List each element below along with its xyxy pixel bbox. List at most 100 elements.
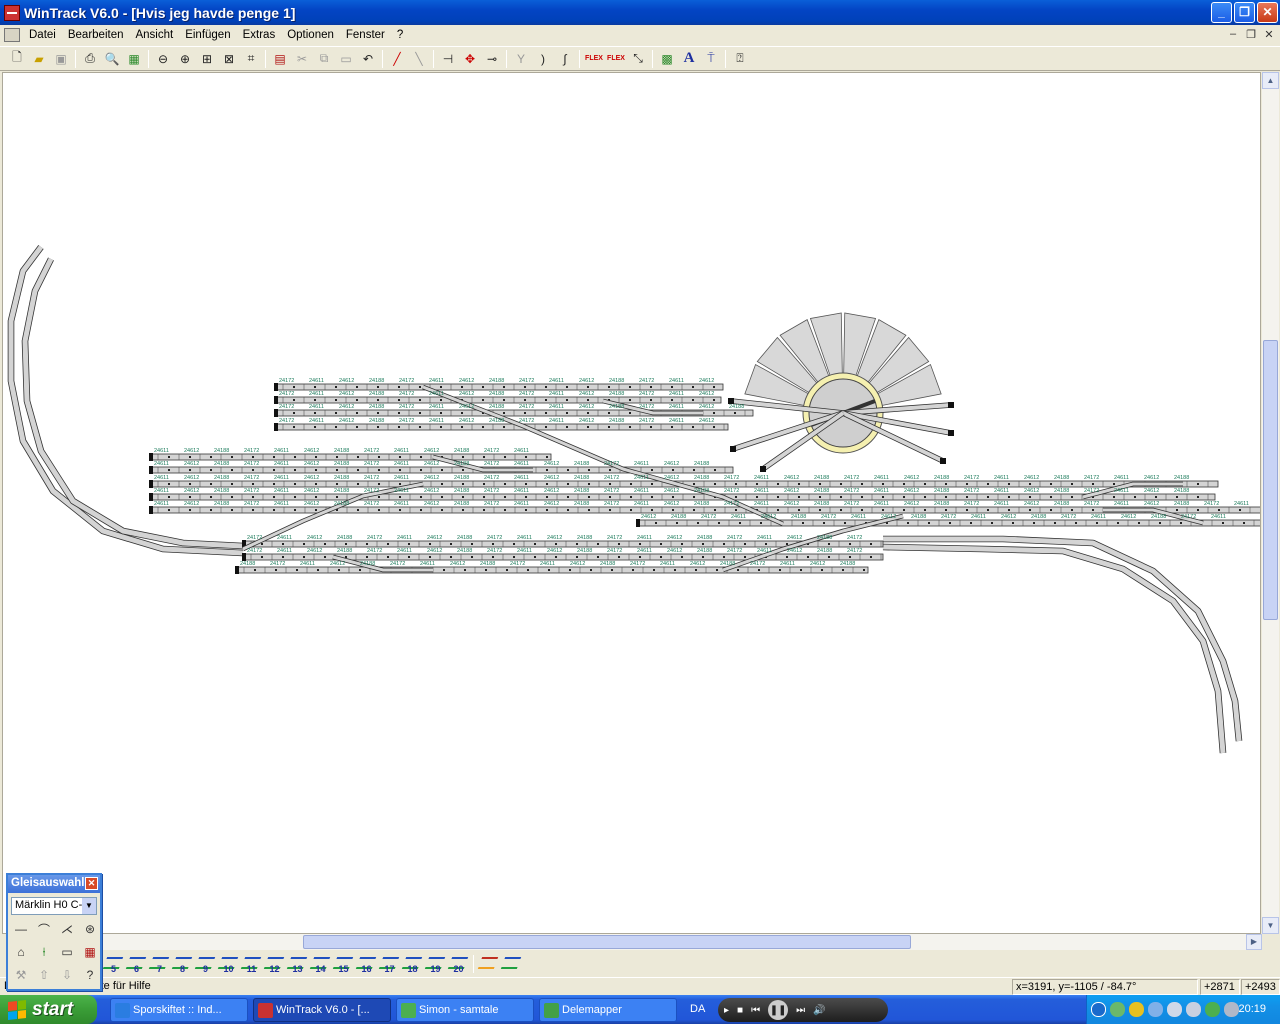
next-icon[interactable]: ⏭	[796, 1005, 805, 1016]
restore-button[interactable]: ❐	[1234, 2, 1255, 23]
menu-bearbeiten[interactable]: Bearbeiten	[62, 29, 130, 41]
vertical-scrollbar[interactable]: ▲ ▼	[1262, 72, 1279, 934]
horizontal-scrollbar[interactable]: ▶	[100, 934, 1262, 950]
flex-track-icon[interactable]: FLEX	[583, 48, 605, 70]
landscape-icon[interactable]: ▩	[656, 48, 678, 70]
task-chat[interactable]: Simon - samtale	[396, 998, 534, 1022]
minimize-button[interactable]: _	[1211, 2, 1232, 23]
previous-icon[interactable]: ⏮	[751, 1005, 760, 1016]
turntable-icon[interactable]: ⊛	[79, 918, 101, 940]
layer-15-button[interactable]: 15	[332, 954, 355, 974]
all-layers-button[interactable]	[477, 954, 500, 974]
layer-9-button[interactable]: 9	[194, 954, 217, 974]
curved-track-icon[interactable]: ⌒	[33, 918, 55, 940]
mdi-minimize-button[interactable]: –	[1226, 28, 1240, 41]
track-row-2[interactable]	[274, 396, 722, 404]
palette-help-icon[interactable]: ?	[79, 964, 101, 986]
print-preview-icon[interactable]: 🔍	[101, 48, 123, 70]
layer-16-button[interactable]: 16	[355, 954, 378, 974]
undo-icon[interactable]: ↶	[357, 48, 379, 70]
layer-20-button[interactable]: 20	[447, 954, 470, 974]
track-row-1[interactable]	[274, 383, 724, 391]
switch-track-icon[interactable]: ⋌	[56, 918, 78, 940]
stop-icon[interactable]: ■	[737, 1005, 743, 1016]
print-icon[interactable]: ⎙	[79, 48, 101, 70]
antivirus-icon[interactable]	[1167, 1002, 1182, 1017]
track-row-4[interactable]	[274, 423, 729, 431]
task-wintrack[interactable]: WinTrack V6.0 - [...	[253, 998, 391, 1022]
track-connect-icon[interactable]: ╱	[386, 48, 408, 70]
right-outer-curve[interactable]	[882, 543, 1227, 754]
left-inner-curve[interactable]	[21, 257, 244, 550]
messenger-tray-icon[interactable]	[1205, 1002, 1220, 1017]
update-icon[interactable]	[1186, 1002, 1201, 1017]
open-folder-icon[interactable]: ▰	[28, 48, 50, 70]
layer-13-button[interactable]: 13	[286, 954, 309, 974]
piece-list-icon[interactable]: ▤	[269, 48, 291, 70]
building-icon[interactable]: ⌂	[10, 941, 32, 963]
track-disconnect-icon[interactable]: ╲	[408, 48, 430, 70]
document-icon[interactable]	[4, 28, 20, 42]
palette-close-button[interactable]: ✕	[85, 877, 98, 890]
track-split-icon[interactable]: ⊣	[437, 48, 459, 70]
signal-post-icon[interactable]: ⍿	[33, 941, 55, 963]
close-button[interactable]: ✕	[1257, 2, 1278, 23]
track-move-icon[interactable]: ✥	[459, 48, 481, 70]
layer-10-button[interactable]: 10	[217, 954, 240, 974]
copy-icon[interactable]: ⧉	[313, 48, 335, 70]
save-icon[interactable]: ▣	[50, 48, 72, 70]
context-help-icon[interactable]: ⍰	[729, 48, 751, 70]
task-browser[interactable]: Sporskiftet :: Ind...	[110, 998, 248, 1022]
cut-icon[interactable]: ✂	[291, 48, 313, 70]
menu-einfuegen[interactable]: Einfügen	[179, 29, 236, 41]
layer-17-button[interactable]: 17	[378, 954, 401, 974]
scroll-up-arrow[interactable]: ▲	[1262, 72, 1279, 89]
wintrack-app-icon[interactable]	[4, 4, 20, 21]
volume-icon[interactable]: 🔊	[813, 1005, 825, 1016]
signal-icon[interactable]: ⍑	[700, 48, 722, 70]
new-file-icon[interactable]: 🗋	[6, 48, 28, 70]
right-inner-curve[interactable]	[883, 535, 1243, 742]
mdi-close-button[interactable]: ✕	[1262, 28, 1276, 41]
track-cut-icon[interactable]: ⊸	[481, 48, 503, 70]
language-indicator[interactable]: DA	[690, 1003, 705, 1015]
layer-12-button[interactable]: 12	[263, 954, 286, 974]
layout-canvas[interactable]: 24172 24611 24612 24188 24172 24611 24612 24188…	[2, 72, 1261, 934]
wireless-icon[interactable]	[1148, 1002, 1163, 1017]
layer-14-button[interactable]: 14	[309, 954, 332, 974]
layer-18-button[interactable]: 18	[401, 954, 424, 974]
platform-icon[interactable]: ▭	[56, 941, 78, 963]
layer-settings-button[interactable]	[500, 954, 523, 974]
vertical-scroll-thumb[interactable]	[1263, 340, 1278, 620]
menu-ansicht[interactable]: Ansicht	[129, 29, 179, 41]
palette-title-bar[interactable]: Gleisauswahl ✕	[8, 875, 100, 893]
menu-optionen[interactable]: Optionen	[281, 29, 340, 41]
title-bar[interactable]: WinTrack V6.0 - [Hvis jeg havde penge 1]…	[0, 0, 1280, 25]
menu-fenster[interactable]: Fenster	[340, 29, 391, 41]
paste-icon[interactable]: ▭	[335, 48, 357, 70]
mdi-restore-button[interactable]: ❐	[1244, 28, 1258, 41]
track-system-select[interactable]: Märklin H0 C- ▼	[11, 897, 97, 915]
switch-icon[interactable]: Y	[510, 48, 532, 70]
layer-6-button[interactable]: 6	[125, 954, 148, 974]
track-row-13[interactable]	[235, 566, 869, 574]
image-export-icon[interactable]: ▦	[123, 48, 145, 70]
layer-11-button[interactable]: 11	[240, 954, 263, 974]
media-player-mini[interactable]: ▸ ■ ⏮ ❚❚ ⏭ 🔊	[718, 998, 888, 1022]
horizontal-scroll-thumb[interactable]	[303, 935, 911, 949]
curve-icon[interactable]: )	[532, 48, 554, 70]
zoom-all-icon[interactable]: ⊠	[218, 48, 240, 70]
scroll-right-arrow[interactable]: ▶	[1246, 934, 1262, 950]
layer-7-button[interactable]: 7	[148, 954, 171, 974]
zoom-out-icon[interactable]: ⊖	[152, 48, 174, 70]
menu-extras[interactable]: Extras	[237, 29, 282, 41]
menu-datei[interactable]: Datei	[23, 29, 62, 41]
sound-icon[interactable]	[1224, 1002, 1239, 1017]
move-down-icon[interactable]: ⇩	[56, 964, 78, 986]
wagon-icon[interactable]: ▦	[79, 941, 101, 963]
chevron-down-icon[interactable]: ▼	[82, 898, 96, 914]
pause-icon[interactable]: ❚❚	[768, 1000, 789, 1020]
tools-icon[interactable]: ⚒	[10, 964, 32, 986]
flex-curve-icon[interactable]: ∫	[554, 48, 576, 70]
zoom-in-icon[interactable]: ⊕	[174, 48, 196, 70]
